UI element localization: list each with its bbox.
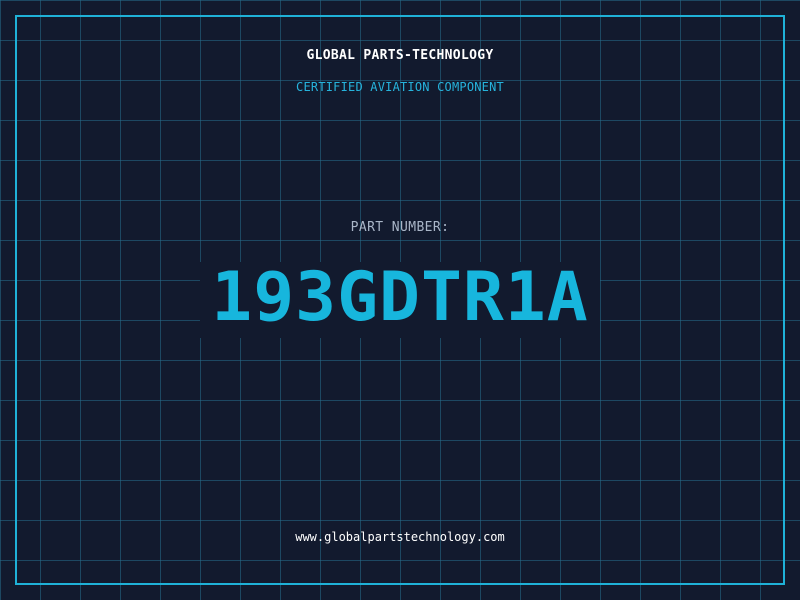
website-url: www.globalpartstechnology.com [295, 530, 505, 544]
part-label-card: GLOBAL PARTS-TECHNOLOGY CERTIFIED AVIATI… [0, 0, 800, 600]
part-number-value: 193GDTR1A [211, 258, 589, 337]
company-name: GLOBAL PARTS-TECHNOLOGY [306, 48, 494, 63]
part-number-label: PART NUMBER: [350, 220, 450, 235]
certification-subtitle: CERTIFIED AVIATION COMPONENT [296, 80, 504, 94]
